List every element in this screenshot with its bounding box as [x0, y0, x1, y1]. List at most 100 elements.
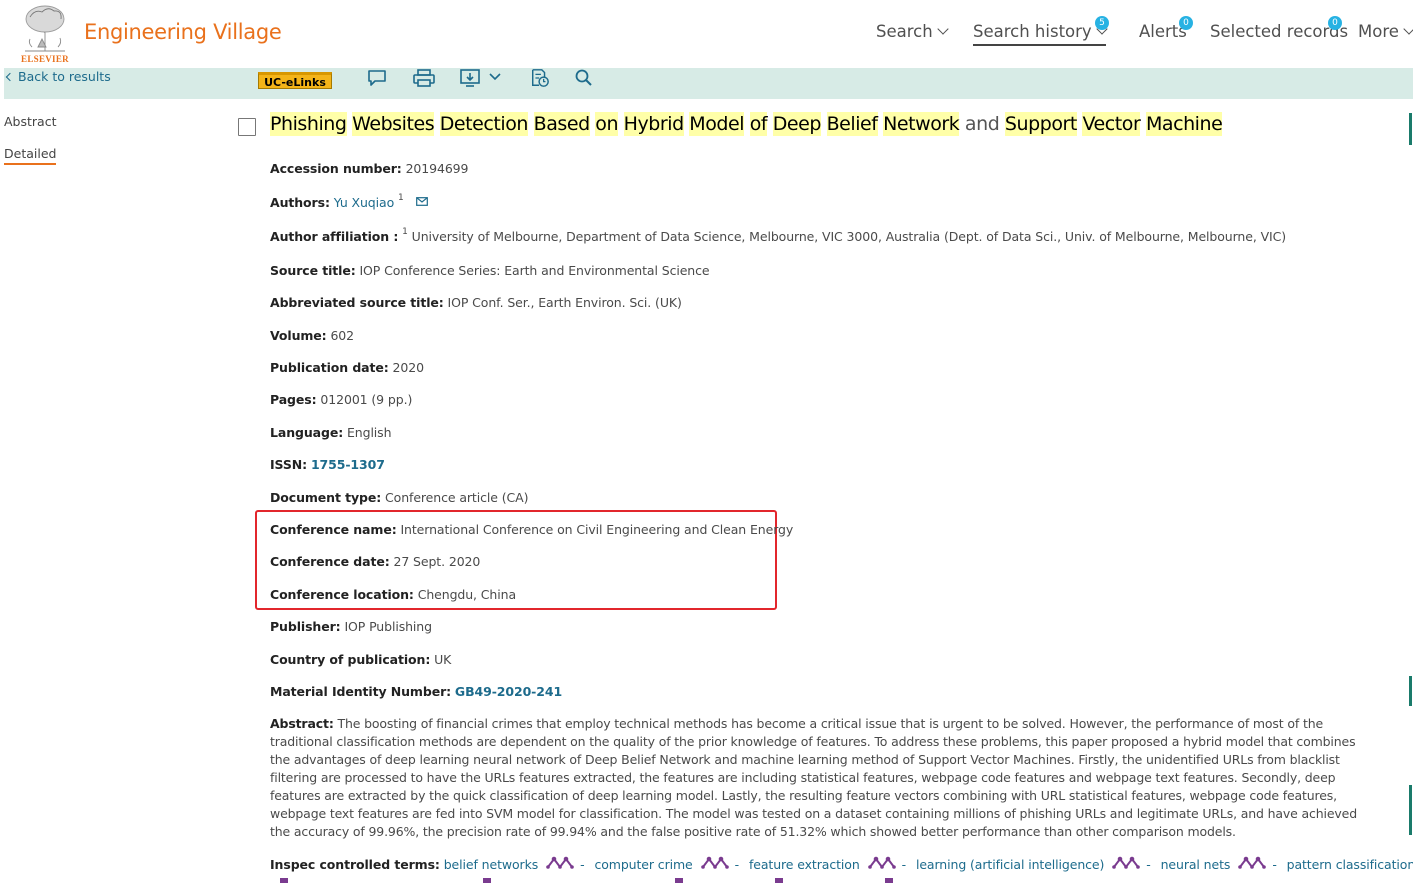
title-word: Websites [352, 112, 435, 136]
inspec-term-link[interactable]: learning (artificial intelligence) [916, 857, 1104, 872]
search-history-badge: 5 [1095, 16, 1109, 30]
chevron-down-icon [1403, 23, 1413, 35]
chevron-down-icon[interactable] [488, 68, 502, 88]
accession-value: 20194699 [405, 161, 469, 176]
conference-date-value: 27 Sept. 2020 [393, 554, 481, 569]
title-word: Hybrid [623, 112, 684, 136]
field-label: Accession number: [270, 161, 402, 176]
thesaurus-tree-icon[interactable] [546, 855, 574, 872]
country-value: UK [434, 652, 452, 667]
select-record-checkbox[interactable] [238, 118, 256, 136]
inspec-term-link[interactable]: pattern classification [1287, 857, 1413, 872]
conference-name-value: International Conference on Civil Engine… [400, 522, 794, 537]
brand-name[interactable]: Engineering Village [84, 20, 282, 44]
language-value: English [346, 425, 392, 440]
field-issn: ISSN: 1755-1307 [270, 457, 385, 472]
thesaurus-tree-icon[interactable] [700, 855, 729, 872]
title-word: Based [533, 112, 590, 136]
comment-icon[interactable] [366, 68, 388, 88]
document-type-value: Conference article (CA) [385, 490, 529, 505]
field-affiliation: Author affiliation : 1 University of Mel… [270, 227, 1287, 245]
nav-search-history[interactable]: Search history [973, 22, 1108, 46]
field-publication-date: Publication date: 2020 [270, 360, 424, 375]
selected-records-badge: 0 [1328, 16, 1342, 30]
title-word: Machine [1145, 112, 1223, 136]
field-conference-date: Conference date: 27 Sept. 2020 [270, 554, 480, 569]
field-label: Conference date: [270, 554, 390, 569]
publisher-value: IOP Publishing [344, 619, 432, 634]
field-source-title: Source title: IOP Conference Series: Ear… [270, 263, 710, 278]
email-icon[interactable] [415, 197, 428, 207]
field-label: ISSN: [270, 457, 308, 472]
field-label: Inspec controlled terms: [270, 857, 440, 872]
elsevier-wordmark: ELSEVIER [21, 54, 69, 64]
uc-elinks-button[interactable]: UC-eLinks [258, 72, 332, 89]
chevron-down-icon [937, 23, 949, 35]
search-icon[interactable] [573, 68, 595, 88]
record-toolbar: Back to results UC-eLinks [4, 68, 1413, 99]
term-separator: - [580, 857, 585, 872]
sidenav-abstract[interactable]: Abstract [4, 114, 56, 129]
thesaurus-tree-icon[interactable] [867, 855, 896, 872]
conference-location-value: Chengdu, China [417, 587, 517, 602]
inspec-term-link[interactable]: neural nets [1161, 857, 1231, 872]
inspec-term-link[interactable]: feature extraction [749, 857, 860, 872]
title-word: on [595, 112, 619, 136]
record-title[interactable]: Phishing Websites Detection Based on Hyb… [270, 112, 1223, 136]
source-title-value: IOP Conference Series: Earth and Environ… [359, 263, 710, 278]
field-label: Abstract: [270, 716, 334, 731]
field-label: Volume: [270, 328, 327, 343]
next-terms-row-partial [280, 878, 893, 883]
affiliation-ref: 1 [402, 227, 408, 237]
elsevier-logo[interactable]: ELSEVIER [16, 3, 74, 64]
inspec-term-link[interactable]: belief networks [444, 857, 539, 872]
publication-date-value: 2020 [392, 360, 425, 375]
thesaurus-tree-icon[interactable] [1112, 855, 1141, 872]
field-label: Abbreviated source title: [270, 295, 444, 310]
title-word: of [749, 112, 768, 136]
download-icon[interactable] [459, 68, 483, 88]
author-link[interactable]: Yu Xuqiao [334, 195, 395, 210]
abbreviated-source-value: IOP Conf. Ser., Earth Environ. Sci. (UK) [447, 295, 682, 310]
edge-accent-bar [1409, 113, 1412, 145]
nav-more[interactable]: More [1358, 22, 1413, 46]
chevron-left-icon [5, 72, 15, 82]
title-word: Support [1004, 112, 1077, 136]
field-label: Conference name: [270, 522, 397, 537]
header: ELSEVIER Engineering Village Search Sear… [0, 0, 1413, 68]
title-word: Deep [772, 112, 821, 136]
nav-selected-records[interactable]: Selected records [1210, 22, 1348, 46]
inspec-term-link[interactable]: computer crime [594, 857, 692, 872]
inspec-controlled-terms: Inspec controlled terms: belief networks… [270, 855, 1413, 874]
thesaurus-tree-icon[interactable] [1238, 855, 1267, 872]
abstract-text: The boosting of financial crimes that em… [270, 716, 1357, 839]
print-icon[interactable] [412, 68, 436, 88]
field-label: Authors: [270, 195, 330, 211]
folder-save-icon[interactable] [528, 68, 552, 88]
author-affiliation-ref: 1 [398, 193, 404, 203]
edge-accent-bar [1409, 676, 1412, 706]
title-word: Belief [826, 112, 878, 136]
field-language: Language: English [270, 425, 392, 440]
title-word: and [964, 113, 1000, 135]
field-label: Document type: [270, 490, 382, 505]
sidenav-detailed[interactable]: Detailed [4, 146, 57, 165]
field-material-identity: Material Identity Number: GB49-2020-241 [270, 684, 562, 699]
nav-search[interactable]: Search [876, 22, 949, 46]
material-identity-link[interactable]: GB49-2020-241 [455, 684, 562, 699]
field-document-type: Document type: Conference article (CA) [270, 490, 528, 505]
title-word: Phishing [270, 112, 347, 136]
field-authors: Authors: Yu Xuqiao 1 [270, 193, 428, 211]
field-accession: Accession number: 20194699 [270, 161, 468, 176]
field-label: Source title: [270, 263, 356, 278]
field-conference-location: Conference location: Chengdu, China [270, 587, 516, 602]
field-country: Country of publication: UK [270, 652, 451, 667]
field-conference-name: Conference name: International Conferenc… [270, 522, 793, 537]
affiliation-value: University of Melbourne, Department of D… [411, 229, 1287, 245]
field-label: Publication date: [270, 360, 389, 375]
alerts-badge: 0 [1179, 16, 1193, 30]
field-pages: Pages: 012001 (9 pp.) [270, 392, 412, 407]
issn-link[interactable]: 1755-1307 [311, 457, 385, 472]
field-label: Country of publication: [270, 652, 431, 667]
back-to-results-link[interactable]: Back to results [5, 69, 111, 84]
